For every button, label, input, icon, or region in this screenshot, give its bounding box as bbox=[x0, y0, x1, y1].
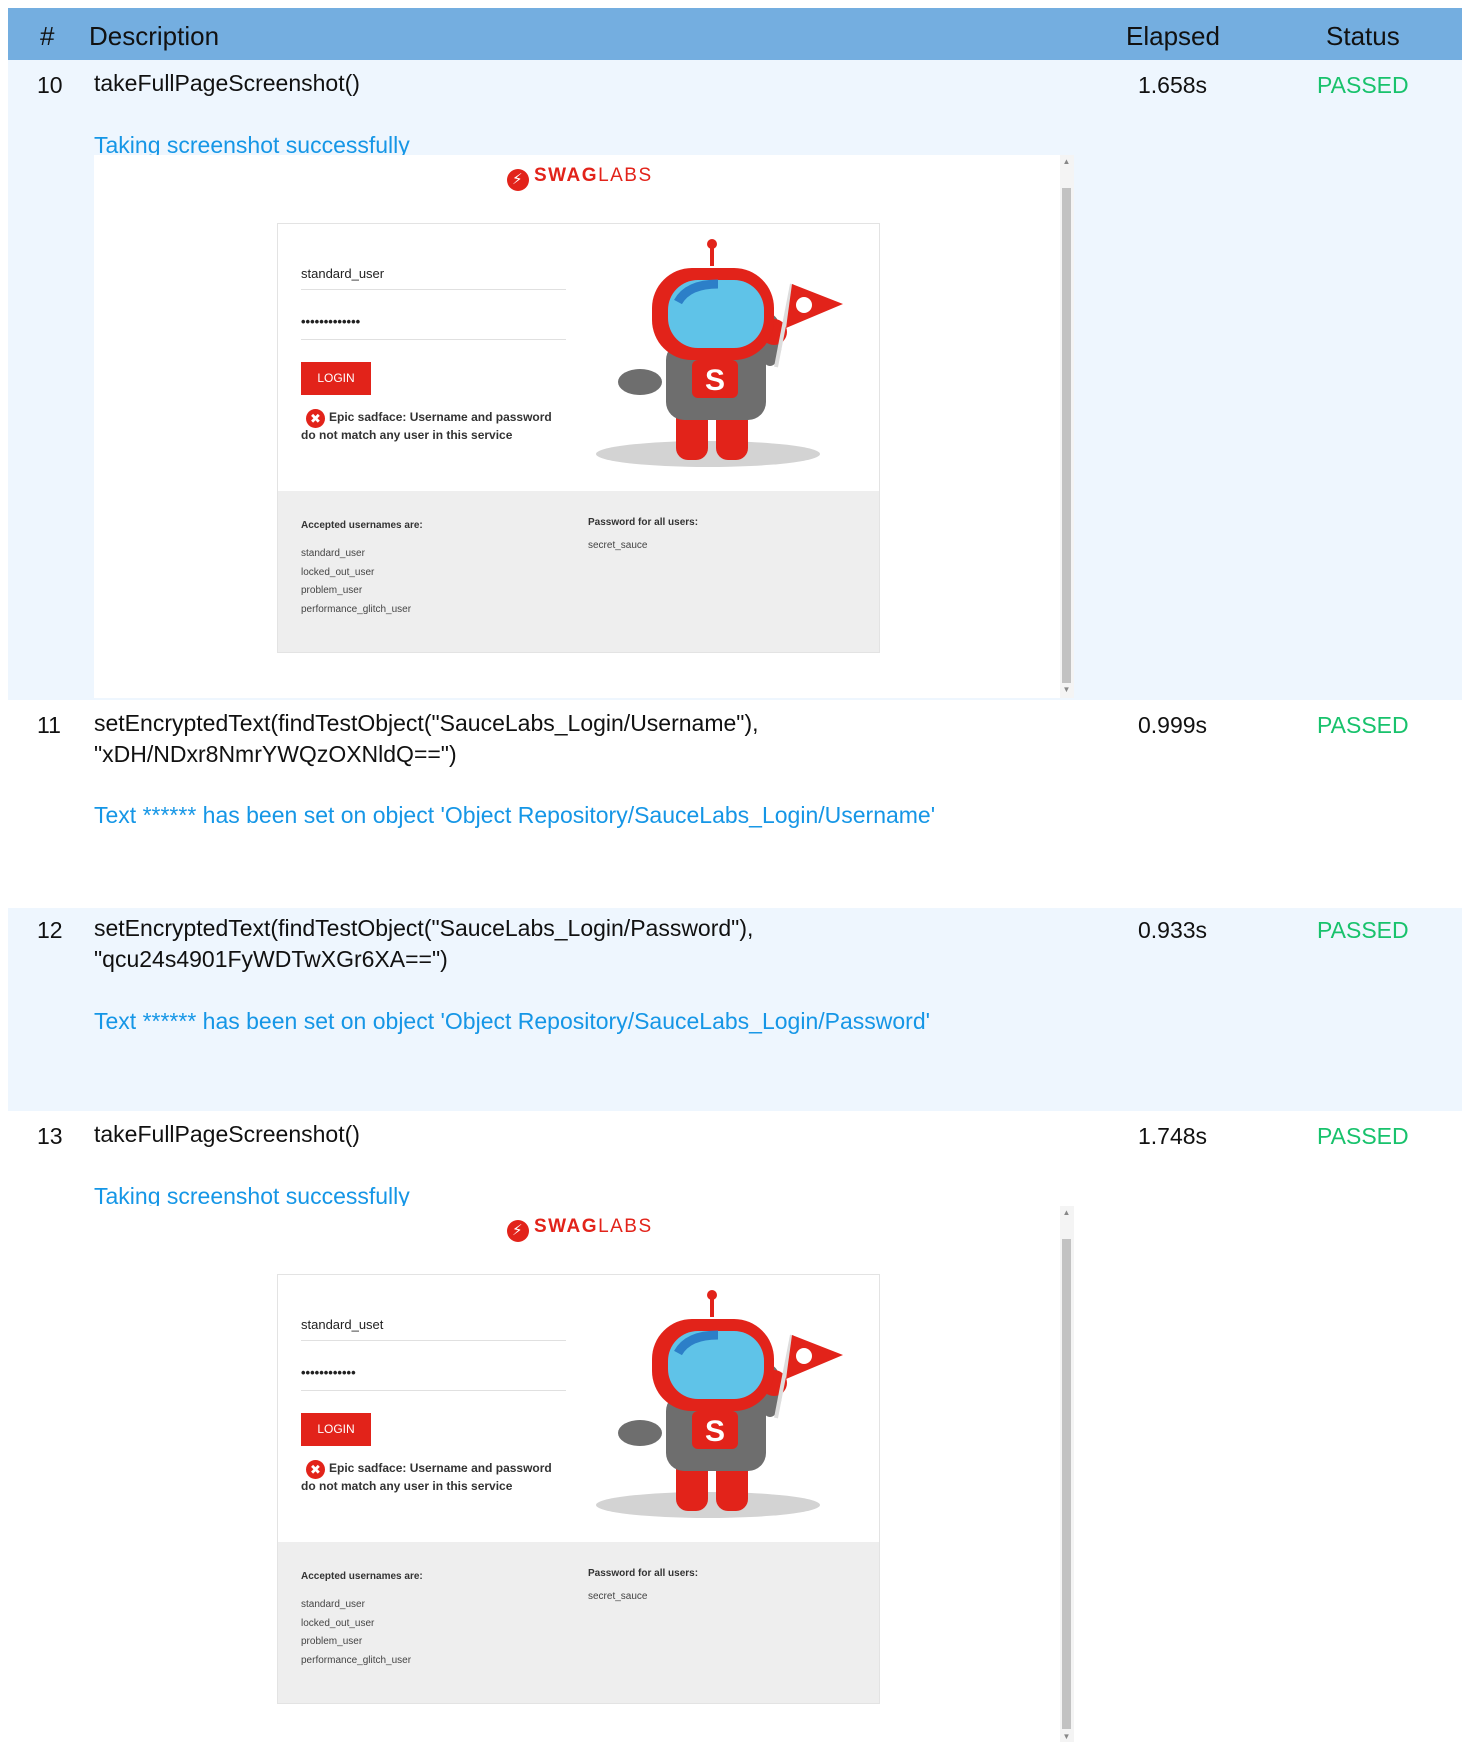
row-elapsed: 0.999s bbox=[1138, 712, 1208, 738]
screenshot-scrollbar: ▲ ▼ bbox=[1060, 155, 1074, 698]
row-status: PASSED bbox=[1317, 1123, 1409, 1149]
swaglabs-logo-icon: ⚡ bbox=[507, 1220, 529, 1242]
error-icon: ✖ bbox=[306, 1460, 325, 1479]
row-message: Taking screenshot successfully bbox=[94, 1183, 410, 1207]
swaglabs-logo: ⚡ SWAGLABS bbox=[507, 165, 653, 191]
robot-mascot-image: S bbox=[596, 1290, 843, 1518]
row-status: PASSED bbox=[1317, 917, 1409, 943]
password-underline bbox=[301, 339, 566, 340]
password-field: ••••••••••••• bbox=[301, 314, 361, 329]
accepted-usernames-heading: Accepted usernames are: bbox=[301, 1571, 423, 1582]
swaglabs-logo-icon: ⚡ bbox=[507, 169, 529, 191]
row-description: takeFullPageScreenshot() bbox=[94, 70, 360, 96]
error-icon: ✖ bbox=[306, 409, 325, 428]
password-heading: Password for all users: bbox=[588, 1568, 699, 1579]
scrollbar-thumb bbox=[1062, 1239, 1071, 1729]
scroll-up-icon: ▲ bbox=[1062, 157, 1071, 166]
row-number: 12 bbox=[37, 917, 63, 943]
username-underline bbox=[301, 1340, 566, 1341]
row-description: takeFullPageScreenshot() bbox=[94, 1121, 360, 1147]
scroll-down-icon: ▼ bbox=[1062, 1732, 1071, 1741]
username-underline bbox=[301, 289, 566, 290]
screenshot-image: ⚡ SWAGLABS standard_user ••••••••••••• LO… bbox=[94, 155, 1074, 698]
row-message: Taking screenshot successfully bbox=[94, 132, 410, 156]
credentials-info-panel: Accepted usernames are: standard_user lo… bbox=[278, 1542, 879, 1703]
scrollbar-thumb bbox=[1062, 188, 1071, 683]
row-description-cont: "xDH/NDxr8NmrYWQzOXNldQ==") bbox=[94, 741, 457, 767]
scroll-down-icon: ▼ bbox=[1062, 685, 1071, 694]
row-number: 10 bbox=[37, 72, 63, 98]
login-box: standard_uset •••••••••••• LOGIN ✖ Epic s… bbox=[277, 1274, 880, 1704]
header-status: Status bbox=[1326, 21, 1400, 51]
row-description-cont: "qcu24s4901FyWDTwXGr6XA==") bbox=[94, 946, 448, 972]
password-value: secret_sauce bbox=[588, 540, 648, 551]
robot-mascot-image: S bbox=[596, 239, 843, 467]
row-number: 11 bbox=[37, 712, 61, 738]
header-description: Description bbox=[89, 21, 220, 51]
error-message: ✖ Epic sadface: Username and password do n… bbox=[301, 409, 552, 442]
header-elapsed: Elapsed bbox=[1126, 21, 1220, 51]
login-button: LOGIN bbox=[301, 362, 371, 395]
error-message: ✖ Epic sadface: Username and password do n… bbox=[301, 1460, 552, 1493]
report-table-header: # Description Elapsed Status bbox=[8, 8, 1462, 60]
password-heading: Password for all users: bbox=[588, 517, 699, 528]
row-description: setEncryptedText(findTestObject("SauceLa… bbox=[94, 710, 759, 736]
row-status: PASSED bbox=[1317, 72, 1409, 98]
row-message: Text ****** has been set on object 'Obje… bbox=[94, 802, 936, 828]
screenshot-image: ⚡ SWAGLABS standard_uset •••••••••••• LOG… bbox=[94, 1206, 1074, 1742]
row-elapsed: 1.748s bbox=[1138, 1123, 1208, 1149]
scroll-up-icon: ▲ bbox=[1062, 1208, 1071, 1217]
accepted-usernames-list: standard_user locked_out_user problem_us… bbox=[301, 548, 412, 615]
svg-text:S: S bbox=[705, 364, 725, 397]
row-elapsed: 0.933s bbox=[1138, 917, 1208, 943]
screenshot-scrollbar: ▲ ▼ bbox=[1060, 1206, 1074, 1742]
svg-text:S: S bbox=[705, 1415, 725, 1448]
accepted-usernames-heading: Accepted usernames are: bbox=[301, 520, 423, 531]
accepted-usernames-list: standard_user locked_out_user problem_us… bbox=[301, 1599, 412, 1666]
row-number: 13 bbox=[37, 1123, 63, 1149]
row-description: setEncryptedText(findTestObject("SauceLa… bbox=[94, 915, 754, 941]
swaglabs-logo: ⚡ SWAGLABS bbox=[507, 1216, 653, 1242]
username-field: standard_user bbox=[301, 266, 385, 281]
credentials-info-panel: Accepted usernames are: standard_user lo… bbox=[278, 491, 879, 652]
row-elapsed: 1.658s bbox=[1138, 72, 1208, 98]
login-box: standard_user ••••••••••••• LOGIN ✖ Epic … bbox=[277, 223, 880, 653]
header-num: # bbox=[40, 21, 55, 51]
row-status: PASSED bbox=[1317, 712, 1409, 738]
password-value: secret_sauce bbox=[588, 1591, 648, 1602]
password-underline bbox=[301, 1390, 566, 1391]
login-button: LOGIN bbox=[301, 1413, 371, 1446]
username-field: standard_uset bbox=[301, 1317, 384, 1332]
password-field: •••••••••••• bbox=[301, 1365, 356, 1380]
row-message: Text ****** has been set on object 'Obje… bbox=[94, 1008, 931, 1034]
